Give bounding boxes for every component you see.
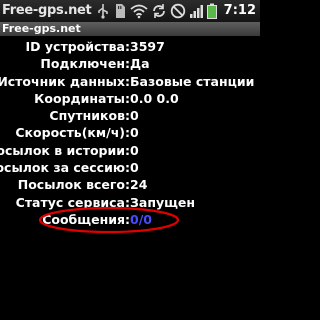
info-value: 3597 [130, 39, 165, 54]
info-row-speed: Скорость(км/ч): 0 [0, 124, 260, 141]
usb-icon [98, 4, 108, 19]
info-row-coordinates: Координаты: 0.0 0.0 [0, 90, 260, 107]
info-row-service-status: Статус сервиса: Запущен [0, 194, 260, 211]
info-value: 0.0 0.0 [130, 90, 179, 106]
info-value: Базовые станции [130, 73, 255, 89]
info-row-messages: Сообщения: 0/0 [0, 211, 260, 228]
info-label: Подключен: [40, 56, 130, 72]
messages-value: 0/0 [130, 211, 152, 227]
info-label: Посылок за сессию: [0, 160, 130, 176]
no-sim-icon [170, 3, 186, 19]
status-bar: Free-gps.net 7:12 [0, 0, 260, 22]
info-label: Посылок всего: [17, 177, 130, 193]
sync-icon [153, 4, 165, 18]
info-value: 24 [130, 177, 148, 193]
battery-icon [207, 3, 217, 19]
info-label: ID устройства: [25, 39, 130, 54]
info-list: ID устройства: 3597 Подключен: Да Источн… [0, 38, 260, 228]
info-row-data-source: Источник данных: Базовые станции [0, 73, 260, 90]
signal-icon [190, 5, 203, 18]
status-app-name: Free-gps.net [2, 3, 92, 18]
wifi-icon [130, 4, 148, 19]
sd-card-icon [116, 4, 125, 18]
app-title-bar: Free-gps.net [0, 22, 260, 36]
info-row-history-packets: Посылок в истории: 0 [0, 142, 260, 159]
info-label: Координаты: [34, 90, 130, 106]
info-value: 0 [130, 160, 139, 176]
info-label: Сообщения: [42, 211, 130, 227]
status-clock: 7:12 [223, 3, 256, 18]
info-value: 0 [130, 142, 139, 158]
info-value: Да [130, 56, 150, 72]
info-value: Запущен [130, 194, 196, 210]
info-label: Спутников: [49, 108, 130, 124]
info-value: 0 [130, 125, 139, 141]
app-title: Free-gps.net [2, 22, 81, 35]
info-label: Посылок в истории: [0, 142, 130, 158]
info-label: Статус сервиса: [15, 194, 130, 210]
info-row-device-id: ID устройства: 3597 [0, 38, 260, 55]
info-row-total-packets: Посылок всего: 24 [0, 176, 260, 193]
info-label: Скорость(км/ч): [15, 125, 130, 141]
info-row-satellites: Спутников: 0 [0, 107, 260, 124]
info-value: 0 [130, 108, 139, 124]
info-row-session-packets: Посылок за сессию: 0 [0, 159, 260, 176]
info-row-connected: Подключен: Да [0, 55, 260, 72]
info-label: Источник данных: [0, 73, 130, 89]
